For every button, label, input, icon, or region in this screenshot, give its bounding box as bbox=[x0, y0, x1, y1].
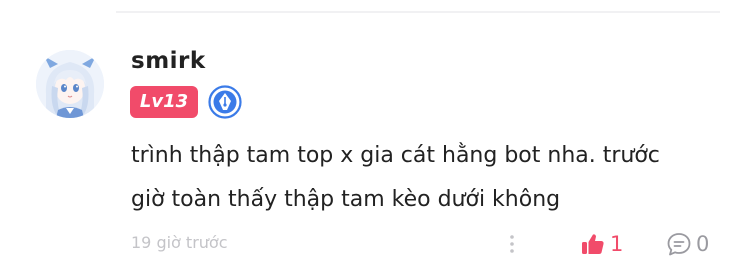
username[interactable]: smirk bbox=[131, 44, 206, 78]
comment-line: giờ toàn thấy thập tam kèo dưới không bbox=[131, 187, 561, 212]
level-badge: Lv13 bbox=[130, 86, 198, 118]
like-count: 1 bbox=[610, 232, 624, 256]
comment-line: trình thập tam top x gia cát hằng bot nh… bbox=[131, 143, 660, 168]
comment-text: trình thập tam top x gia cát hằng bot nh… bbox=[131, 134, 721, 222]
avatar[interactable] bbox=[36, 50, 104, 118]
comment-bubble-icon bbox=[667, 233, 691, 256]
more-vertical-icon[interactable] bbox=[502, 232, 522, 256]
top-divider bbox=[116, 11, 720, 13]
thumbs-up-icon bbox=[582, 234, 604, 254]
avatar-image bbox=[36, 50, 104, 118]
like-button[interactable]: 1 bbox=[580, 230, 623, 258]
verified-pen-badge-icon bbox=[208, 85, 242, 119]
reply-button[interactable]: 0 bbox=[666, 230, 709, 258]
timestamp: 19 giờ trước bbox=[131, 233, 228, 252]
reply-count: 0 bbox=[696, 232, 710, 256]
